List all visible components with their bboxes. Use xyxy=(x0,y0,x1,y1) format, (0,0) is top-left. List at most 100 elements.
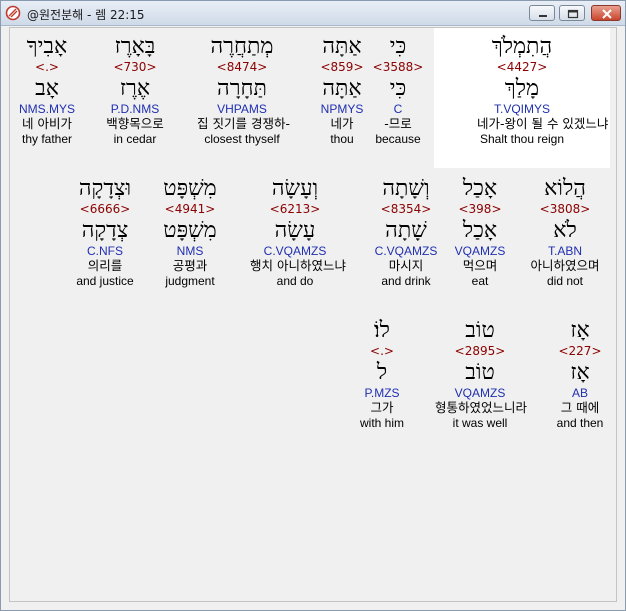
english-gloss: eat xyxy=(471,274,489,288)
morph-code: VQAMZS xyxy=(454,244,506,258)
english-gloss: judgment xyxy=(165,274,215,288)
korean-gloss: 네가-왕이 될 수 있겠느냐 xyxy=(477,116,609,131)
korean-gloss: 아니하였으며 xyxy=(530,258,600,273)
korean-gloss: 행치 아니하였느냐 xyxy=(250,258,346,273)
morph-code: VQAMZS xyxy=(454,386,506,400)
english-gloss: because xyxy=(375,132,421,146)
morph-code: VHPAMS xyxy=(217,102,267,116)
morph-code: P.D.NMS xyxy=(110,102,160,116)
lemma-word: אֶרֶז xyxy=(119,76,151,101)
window-title: @원전분해 - 렘 22:15 xyxy=(27,8,145,22)
strong-number: <4427> xyxy=(496,60,548,74)
lemma-word: לֹא xyxy=(553,218,577,243)
english-gloss: did not xyxy=(546,274,584,288)
morph-code: NMS xyxy=(176,244,204,258)
hebrew-word: אָבִיךָ xyxy=(26,34,68,59)
hebrew-word: אָז xyxy=(570,318,590,343)
hebrew-word: וּצְדָקָה xyxy=(78,176,132,201)
lemma-word: צְדָקָה xyxy=(81,218,129,243)
english-gloss: it was well xyxy=(452,416,508,430)
morph-code: C.VQAMZS xyxy=(263,244,327,258)
lemma-word: אָכַל xyxy=(462,218,498,243)
korean-gloss: 백향목으로 xyxy=(106,116,164,131)
word-column[interactable]: הֲלוֹא <3808> לֹא T.ABN 아니하였으며 did not xyxy=(520,176,610,289)
strong-number: <4941> xyxy=(164,202,216,216)
morph-code: C.NFS xyxy=(87,244,123,258)
lemma-word: ל xyxy=(376,360,388,385)
english-gloss: thy father xyxy=(21,132,73,146)
english-gloss: Shalt thou reign xyxy=(479,132,565,146)
morph-code: T.VQIMYS xyxy=(493,102,550,116)
minimize-icon xyxy=(539,15,547,17)
word-column[interactable]: כִּי <3588> כִּי C -므로 because xyxy=(353,34,443,147)
strong-number: <.> xyxy=(35,60,59,74)
morph-code: NMS.MYS xyxy=(18,102,75,116)
strong-number: <8474> xyxy=(216,60,268,74)
english-gloss: and then xyxy=(556,416,604,430)
lemma-word: אָב xyxy=(35,76,59,101)
morph-code: P.MZS xyxy=(364,386,400,400)
hebrew-word: הֲתִמְלֹךְ xyxy=(491,34,553,59)
app-logo-icon xyxy=(5,5,21,21)
strong-number: <2895> xyxy=(454,344,506,358)
korean-gloss: 공평과 xyxy=(172,258,208,273)
korean-gloss: 그가 xyxy=(370,400,394,415)
korean-gloss: 의리를 xyxy=(87,258,123,273)
title-bar[interactable]: @원전분해 - 렘 22:15 xyxy=(1,1,625,26)
hebrew-word: מִשְׁפָּט xyxy=(163,176,217,201)
korean-gloss: 그 때에 xyxy=(560,400,600,415)
hebrew-word: כִּי xyxy=(389,34,407,59)
english-gloss: closest thyself xyxy=(204,132,280,146)
hebrew-word: וְעָשָׂה xyxy=(271,176,319,201)
korean-gloss: 집 짓기를 경쟁하- xyxy=(197,116,290,131)
maximize-icon xyxy=(567,9,579,19)
hebrew-word: בָּאָרֶז xyxy=(114,34,156,59)
word-column[interactable]: וּצְדָקָה <6666> צְדָקָה C.NFS 의리를 and justic… xyxy=(60,176,150,289)
word-column[interactable]: אָבִיךָ <.> אָב NMS.MYS 네 아비가 thy father xyxy=(2,34,92,147)
word-column[interactable]: בָּאָרֶז <730> אֶרֶז P.D.NMS 백향목으로 in cedar xyxy=(90,34,180,147)
korean-gloss: 네 아비가 xyxy=(22,116,72,131)
lemma-word: מִשְׁפָּט xyxy=(163,218,217,243)
morph-code: C xyxy=(393,102,403,116)
word-column[interactable]: לוֹ׃ <.> ל P.MZS 그가 with him xyxy=(337,318,427,431)
strong-number: <227> xyxy=(558,344,602,358)
close-button[interactable] xyxy=(591,5,621,21)
morph-code: AB xyxy=(571,386,588,400)
word-column[interactable]: מְתַחֲרֶה <8474> תַּחָרָה VHPAMS 집 짓기를 경쟁하-c… xyxy=(197,34,290,147)
lemma-word: מָלַךְ xyxy=(504,76,540,101)
close-icon xyxy=(602,9,612,19)
strong-number: <6666> xyxy=(79,202,131,216)
hebrew-word: מְתַחֲרֶה xyxy=(210,34,274,59)
word-column[interactable]: אָז <227> אָז AB 그 때에 and then xyxy=(535,318,625,431)
lemma-word: תַּחָרָה xyxy=(217,76,267,101)
app-window: @원전분해 - 렘 22:15 אָבִיךָ <.> אָב NMS.MYS 네 아비… xyxy=(0,0,626,611)
english-gloss: in cedar xyxy=(113,132,157,146)
strong-number: <6213> xyxy=(269,202,321,216)
word-column[interactable]: הֲתִמְלֹךְ <4427> מָלַךְ T.VQIMYS 네가-왕이 될 수 … xyxy=(477,34,609,147)
word-column[interactable]: מִשְׁפָּט <4941> מִשְׁפָּט NMS 공평과 judgment xyxy=(145,176,235,289)
word-column[interactable]: אָכַל <398> אָכַל VQAMZS 먹으며 eat xyxy=(435,176,525,289)
hebrew-word: הֲלוֹא xyxy=(544,176,586,201)
word-column[interactable]: טוֹב <2895> טוֹב VQAMZS 형통하였었느니라 it was well xyxy=(435,318,528,431)
korean-gloss: 형통하였었느니라 xyxy=(435,400,528,415)
strong-number: <730> xyxy=(113,60,157,74)
lemma-word: עָשָׂה xyxy=(274,218,316,243)
strong-number: <3588> xyxy=(372,60,424,74)
hebrew-word: לוֹ׃ xyxy=(374,318,390,343)
korean-gloss: -므로 xyxy=(384,116,412,131)
english-gloss: and justice xyxy=(76,274,134,288)
lemma-word: אָז xyxy=(570,360,590,385)
english-gloss: and do xyxy=(276,274,314,288)
strong-number: <3808> xyxy=(539,202,591,216)
hebrew-word: אָכַל xyxy=(462,176,498,201)
word-column[interactable]: וְעָשָׂה <6213> עָשָׂה C.VQAMZS 행치 아니하였느냐 and… xyxy=(250,176,346,289)
english-gloss: with him xyxy=(359,416,404,430)
hebrew-word: טוֹב xyxy=(465,318,495,343)
lemma-word: טוֹב xyxy=(465,360,495,385)
morph-code: T.ABN xyxy=(547,244,582,258)
interlinear-pane: אָבִיךָ <.> אָב NMS.MYS 네 아비가 thy father בָּאָ… xyxy=(9,27,617,602)
strong-number: <.> xyxy=(370,344,394,358)
minimize-button[interactable] xyxy=(529,5,555,21)
strong-number: <398> xyxy=(458,202,502,216)
maximize-button[interactable] xyxy=(559,5,585,21)
